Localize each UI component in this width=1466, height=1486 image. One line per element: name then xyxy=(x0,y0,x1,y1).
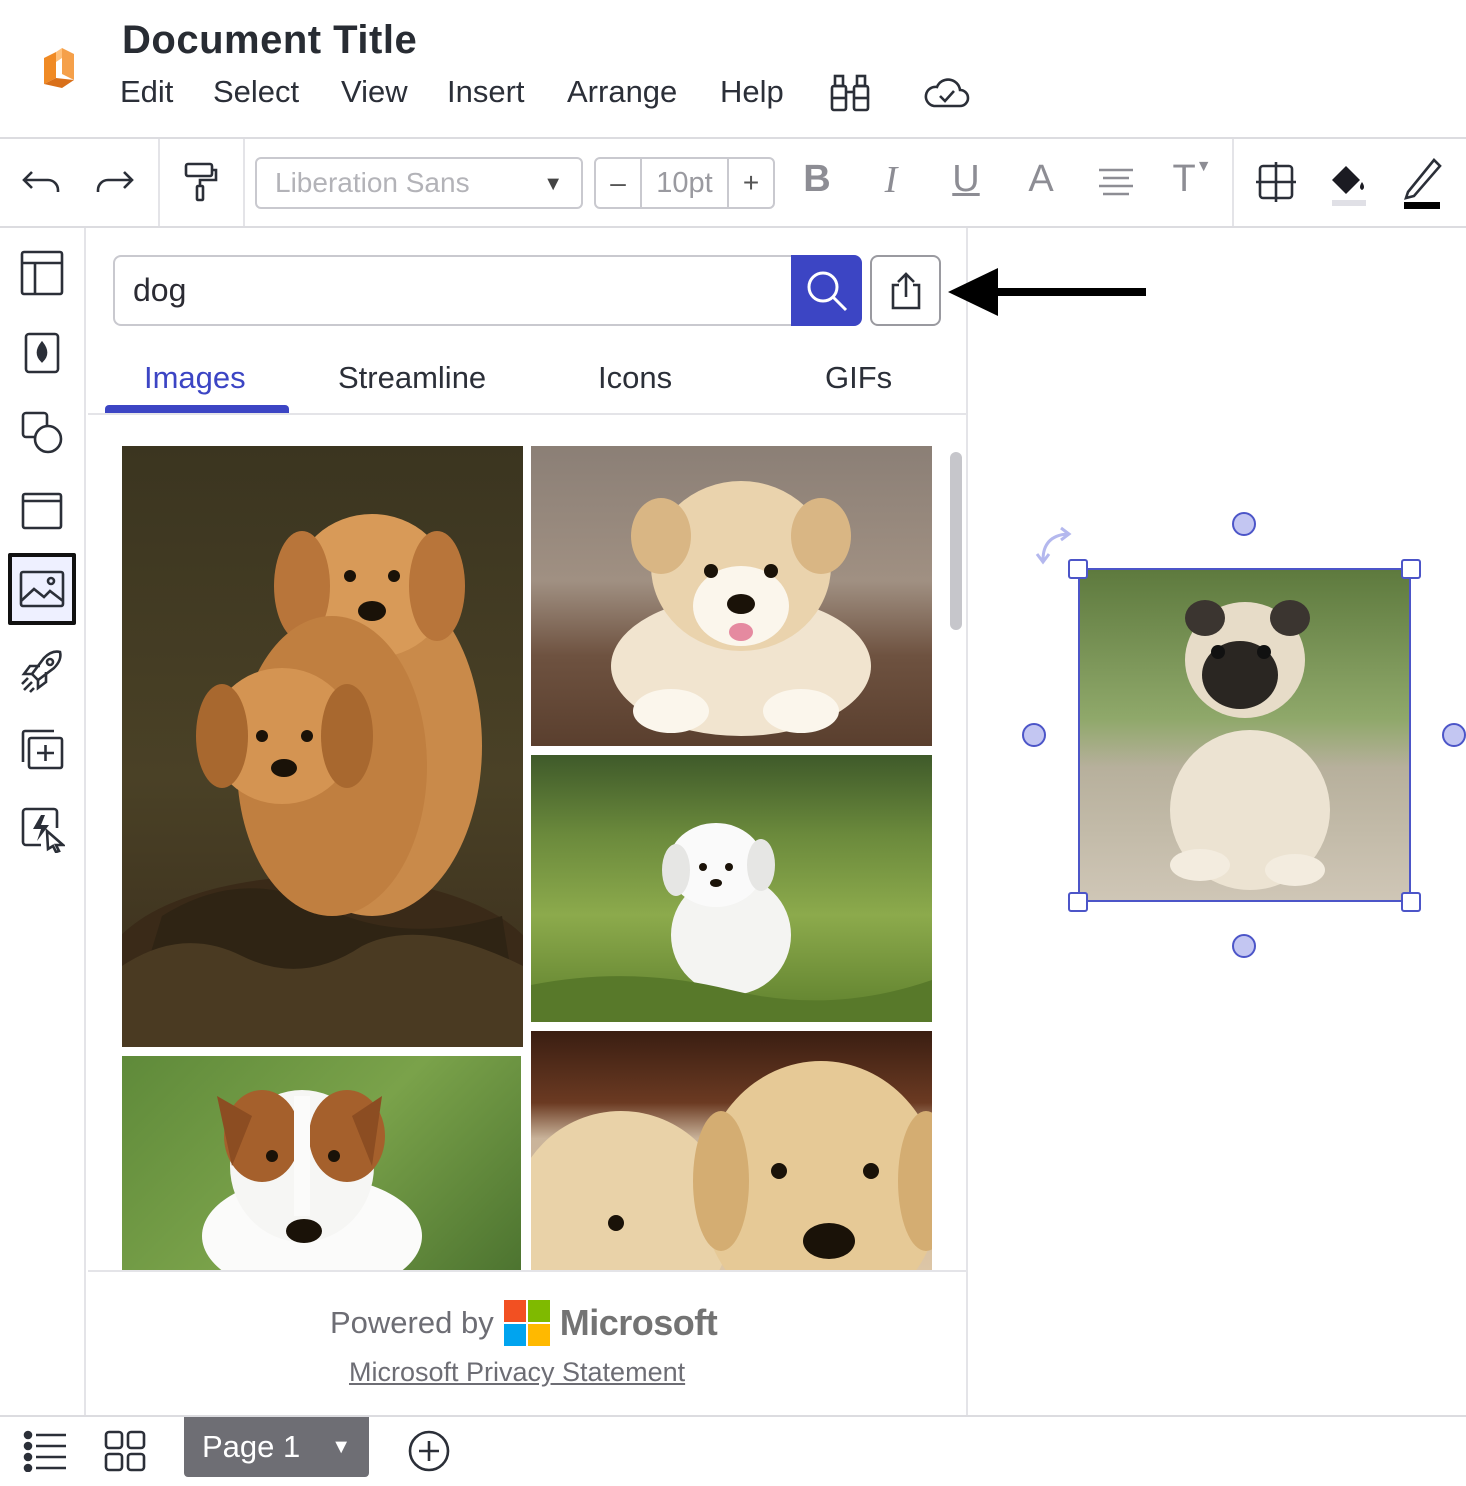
font-size-value[interactable]: 10pt xyxy=(640,159,729,207)
add-frame-icon[interactable] xyxy=(12,719,72,781)
powered-by-label: Powered by xyxy=(330,1305,494,1340)
rocket-icon[interactable] xyxy=(12,640,72,702)
align-text-icon[interactable] xyxy=(1088,152,1144,212)
binoculars-icon[interactable] xyxy=(828,72,872,114)
italic-button[interactable]: I xyxy=(866,158,916,202)
privacy-statement-link[interactable]: Microsoft Privacy Statement xyxy=(349,1357,685,1388)
tab-images[interactable]: Images xyxy=(144,360,246,396)
selected-image-frame[interactable] xyxy=(1078,568,1411,902)
header-divider xyxy=(0,137,1466,139)
image-result[interactable] xyxy=(122,446,523,1047)
toolbar-separator xyxy=(158,139,160,227)
line-color-icon[interactable] xyxy=(1394,152,1450,212)
menu-help[interactable]: Help xyxy=(720,74,784,110)
image-result[interactable] xyxy=(531,1031,932,1270)
underline-button[interactable]: U xyxy=(941,158,991,201)
microsoft-logo-icon xyxy=(503,1300,550,1346)
font-family-value: Liberation Sans xyxy=(275,167,470,198)
toolbar-separator xyxy=(1232,139,1234,227)
annotation-arrow xyxy=(948,266,1148,318)
tab-streamline[interactable]: Streamline xyxy=(338,360,486,396)
quick-action-icon[interactable] xyxy=(12,798,72,860)
image-search-input[interactable] xyxy=(113,255,795,326)
font-color-button[interactable]: A xyxy=(1016,158,1066,201)
image-result[interactable] xyxy=(531,446,932,746)
connector-point-top[interactable] xyxy=(1232,512,1256,536)
tab-icons[interactable]: Icons xyxy=(598,360,672,396)
redo-icon[interactable] xyxy=(86,152,142,212)
resize-handle-top-right[interactable] xyxy=(1401,559,1421,579)
menu-insert[interactable]: Insert xyxy=(447,74,525,110)
active-tab-indicator xyxy=(105,405,289,413)
connector-point-left[interactable] xyxy=(1022,723,1046,747)
list-view-icon[interactable] xyxy=(20,1426,70,1476)
upload-icon xyxy=(891,271,920,309)
shapes-icon[interactable] xyxy=(12,401,72,463)
crop-frame-icon[interactable] xyxy=(1248,152,1304,212)
panel-footer-divider xyxy=(88,1270,968,1272)
image-result[interactable] xyxy=(531,755,932,1022)
undo-icon[interactable] xyxy=(14,152,70,212)
font-family-select[interactable]: Liberation Sans ▼ xyxy=(255,157,583,209)
grid-view-icon[interactable] xyxy=(100,1426,150,1476)
chevron-down-icon: ▼ xyxy=(1195,158,1212,175)
add-page-icon[interactable] xyxy=(404,1426,454,1476)
menu-select[interactable]: Select xyxy=(213,74,299,110)
font-size-stepper[interactable]: – 10pt + xyxy=(594,157,775,209)
text-options-label: T xyxy=(1172,158,1196,200)
image-results-grid xyxy=(88,415,966,1270)
font-size-increment-button[interactable]: + xyxy=(729,159,773,207)
menu-edit[interactable]: Edit xyxy=(120,74,173,110)
layout-panel-icon[interactable] xyxy=(12,242,72,304)
microsoft-wordmark: Microsoft xyxy=(559,1302,718,1343)
font-size-decrement-button[interactable]: – xyxy=(596,159,640,207)
powered-by-microsoft: Powered by Microsoft xyxy=(330,1300,718,1346)
pug-image xyxy=(1080,570,1409,900)
tab-images-label: Images xyxy=(144,360,246,395)
image-result[interactable] xyxy=(122,1056,521,1270)
tab-gifs[interactable]: GIFs xyxy=(825,360,892,396)
menu-view[interactable]: View xyxy=(341,74,408,110)
resize-handle-top-left[interactable] xyxy=(1068,559,1088,579)
images-panel-icon[interactable] xyxy=(8,553,76,625)
search-button[interactable] xyxy=(791,255,862,326)
text-options-button[interactable]: T▼ xyxy=(1162,158,1222,201)
results-scrollbar[interactable] xyxy=(950,452,962,630)
chevron-down-icon[interactable]: ▼ xyxy=(331,1436,351,1459)
menu-arrange[interactable]: Arrange xyxy=(567,74,677,110)
resize-handle-bottom-right[interactable] xyxy=(1401,892,1421,912)
app-logo[interactable] xyxy=(36,44,82,92)
page-tab[interactable]: Page 1 ▼ xyxy=(184,1417,369,1477)
frame-icon[interactable] xyxy=(12,480,72,542)
cloud-saved-icon[interactable] xyxy=(922,74,970,112)
page-tab-label: Page 1 xyxy=(202,1429,301,1464)
connector-point-bottom[interactable] xyxy=(1232,934,1256,958)
document-title[interactable]: Document Title xyxy=(122,18,417,63)
format-painter-icon[interactable] xyxy=(172,152,228,212)
search-icon xyxy=(807,271,847,311)
connector-point-right[interactable] xyxy=(1442,723,1466,747)
fill-color-icon[interactable] xyxy=(1320,152,1376,212)
upload-button[interactable] xyxy=(870,255,941,326)
resize-handle-bottom-left[interactable] xyxy=(1068,892,1088,912)
theme-drop-icon[interactable] xyxy=(12,322,72,384)
chevron-down-icon: ▼ xyxy=(543,173,563,195)
toolbar-separator xyxy=(243,139,245,227)
bold-button[interactable]: B xyxy=(792,158,842,201)
